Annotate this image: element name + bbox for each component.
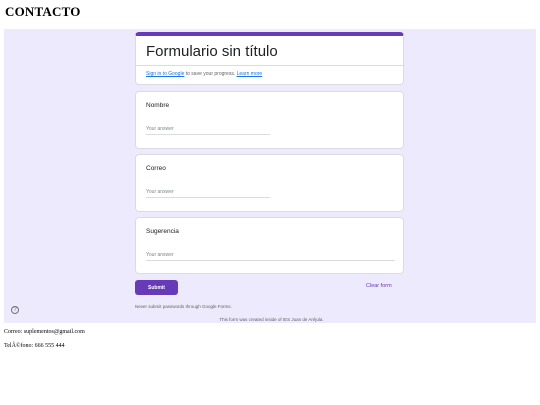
question-label: Nombre [146, 102, 170, 109]
password-warning: Never submit passwords through Google Fo… [135, 304, 232, 309]
page-title: CONTACTO [5, 4, 81, 19]
question-card-sugerencia: Sugerencia [135, 217, 404, 274]
form-origin-note: This form was created inside of IES Juan… [219, 317, 324, 322]
contact-email: Correo: suplementos@gmail.com [4, 329, 85, 335]
learn-more-link[interactable]: Learn more [237, 71, 263, 77]
submit-button[interactable]: Submit [135, 280, 178, 295]
contact-phone: TelÃ©fono: 666 555 444 [4, 343, 65, 349]
form-header-card: Formulario sin título Sign in to Google … [135, 32, 404, 85]
question-label: Sugerencia [146, 228, 179, 235]
correo-input[interactable] [146, 187, 270, 198]
nombre-input[interactable] [146, 124, 270, 135]
question-card-nombre: Nombre [135, 91, 404, 149]
question-card-correo: Correo [135, 154, 404, 212]
question-label: Correo [146, 165, 166, 172]
signin-text: to save your progress. [184, 71, 237, 77]
signin-row: Sign in to Google to save your progress.… [136, 65, 403, 82]
sugerencia-input[interactable] [146, 250, 395, 261]
signin-link[interactable]: Sign in to Google [146, 71, 184, 77]
help-circle-icon[interactable]: ? [11, 306, 19, 314]
embedded-google-form[interactable]: Formulario sin título Sign in to Google … [4, 29, 536, 323]
form-title: Formulario sin título [146, 43, 278, 60]
clear-form-button[interactable]: Clear form [366, 283, 392, 289]
